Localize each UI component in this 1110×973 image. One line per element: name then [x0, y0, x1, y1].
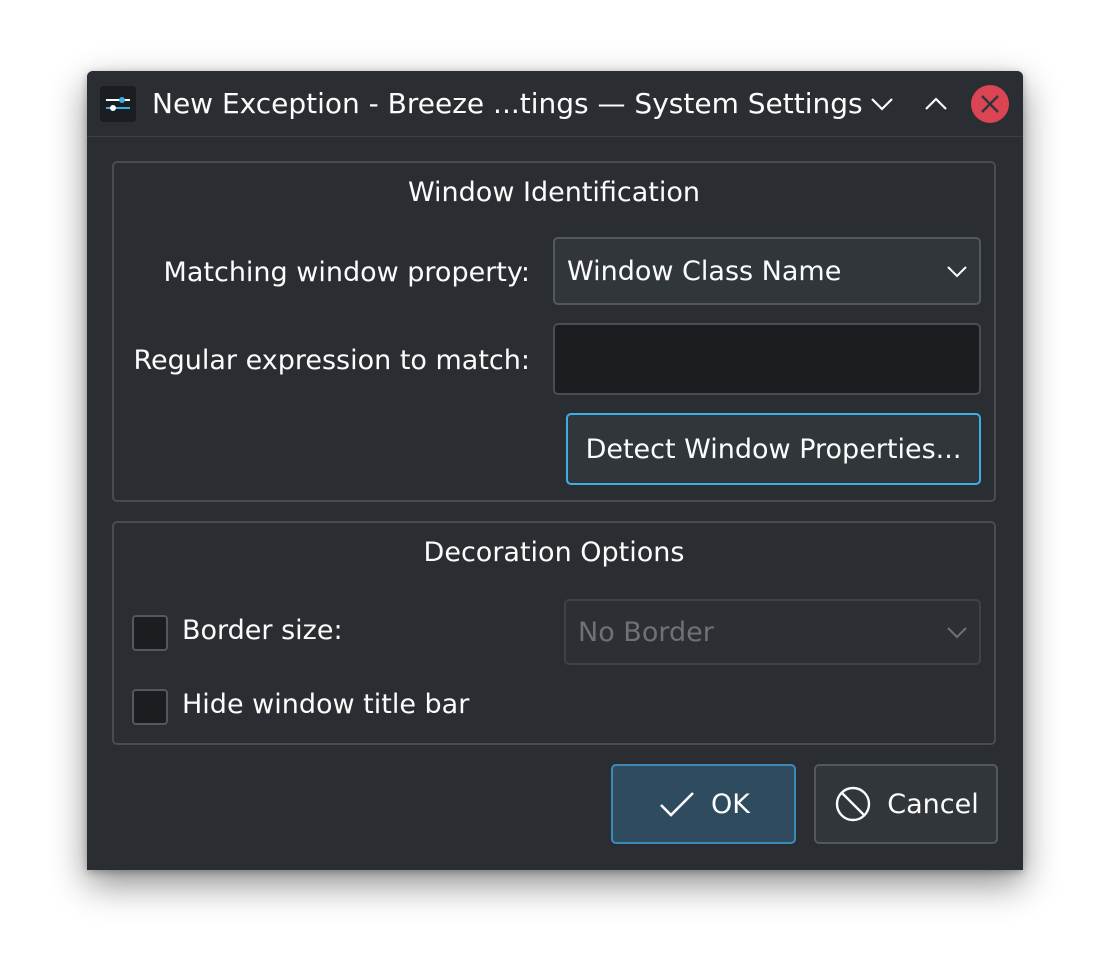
chevron-up-icon — [925, 97, 947, 110]
chevron-down-icon — [947, 627, 967, 639]
detect-window-properties-button[interactable]: Detect Window Properties... — [566, 413, 981, 485]
group-title-decoration: Decoration Options — [423, 537, 685, 568]
chevron-down-icon — [871, 98, 893, 111]
close-icon — [971, 85, 1009, 123]
title-bar[interactable]: New Exception - Breeze ...tings — System… — [87, 71, 1023, 137]
matching-property-value: Window Class Name — [567, 255, 842, 287]
hide-titlebar-checkbox[interactable] — [132, 689, 168, 725]
hide-titlebar-label: Hide window title bar — [182, 689, 470, 720]
window-identification-group: Window Identification Matching window pr… — [112, 161, 996, 502]
matching-property-label: Matching window property: — [163, 257, 530, 288]
dialog-window: New Exception - Breeze ...tings — System… — [87, 71, 1023, 870]
checkmark-icon — [660, 792, 694, 817]
cancel-label: Cancel — [887, 788, 979, 820]
minimize-button[interactable] — [863, 85, 901, 123]
close-button[interactable] — [971, 85, 1009, 123]
regex-input[interactable] — [553, 323, 981, 395]
cancel-icon — [836, 786, 871, 822]
window-title: New Exception - Breeze ...tings — System… — [152, 87, 863, 120]
regex-label: Regular expression to match: — [133, 345, 530, 376]
system-settings-icon[interactable] — [100, 86, 136, 122]
border-size-combo[interactable]: No Border — [564, 599, 981, 665]
ok-button[interactable]: OK — [611, 764, 796, 844]
border-size-label: Border size: — [182, 615, 343, 646]
border-size-value: No Border — [578, 616, 714, 648]
chevron-down-icon — [947, 266, 967, 278]
border-size-checkbox[interactable] — [132, 615, 168, 651]
maximize-button[interactable] — [917, 85, 955, 123]
matching-property-combo[interactable]: Window Class Name — [553, 237, 981, 305]
group-title-identification: Window Identification — [407, 177, 701, 208]
decoration-options-group: Decoration Options Border size: No Borde… — [112, 521, 996, 745]
cancel-button[interactable]: Cancel — [814, 764, 998, 844]
ok-label: OK — [711, 788, 750, 820]
